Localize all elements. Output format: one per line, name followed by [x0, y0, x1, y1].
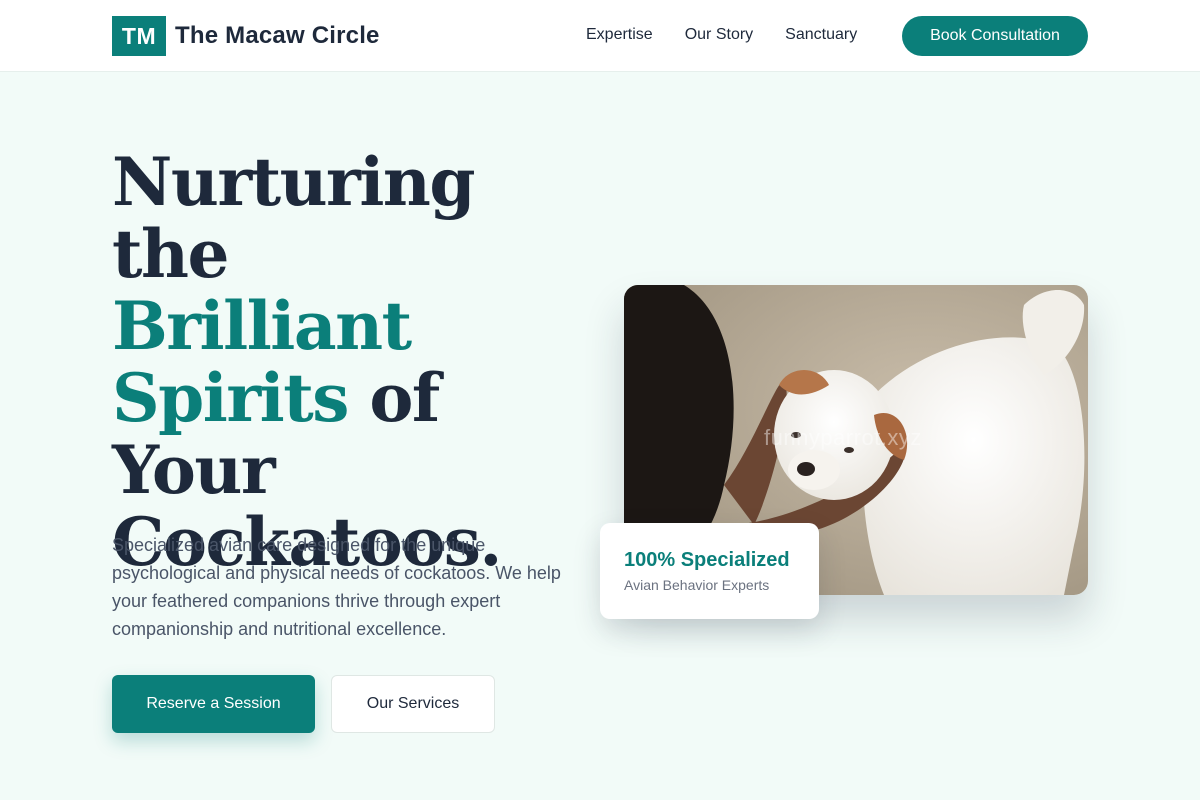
- stat-card: 100% Specialized Avian Behavior Experts: [600, 523, 819, 619]
- photo-watermark: funnyparrot.xyz: [764, 425, 922, 450]
- hero-headline: Nurturing the Brilliant Spirits of Your …: [112, 146, 592, 578]
- stat-subtitle: Avian Behavior Experts: [624, 577, 770, 593]
- nav-link-expertise[interactable]: Expertise: [586, 24, 653, 46]
- brand[interactable]: TM The Macaw Circle: [112, 16, 380, 56]
- brand-name[interactable]: The Macaw Circle: [175, 22, 380, 50]
- book-consultation-button[interactable]: Book Consultation: [902, 16, 1088, 56]
- nav-link-our-story[interactable]: Our Story: [685, 24, 753, 46]
- nav-link-sanctuary[interactable]: Sanctuary: [785, 24, 857, 46]
- our-services-button[interactable]: Our Services: [331, 675, 495, 733]
- headline-after-accent: of: [347, 359, 440, 437]
- logo[interactable]: TM: [112, 16, 166, 56]
- headline-line-1: Nurturing the: [112, 143, 476, 293]
- site-header: TM The Macaw Circle Expertise Our Story …: [0, 0, 1200, 72]
- headline-line-3: Your: [112, 431, 276, 509]
- stat-title: 100% Specialized: [624, 549, 790, 571]
- main-nav: Expertise Our Story Sanctuary: [586, 24, 889, 46]
- reserve-session-button[interactable]: Reserve a Session: [112, 675, 315, 733]
- hero-description: Specialized avian care designed for the …: [112, 535, 561, 639]
